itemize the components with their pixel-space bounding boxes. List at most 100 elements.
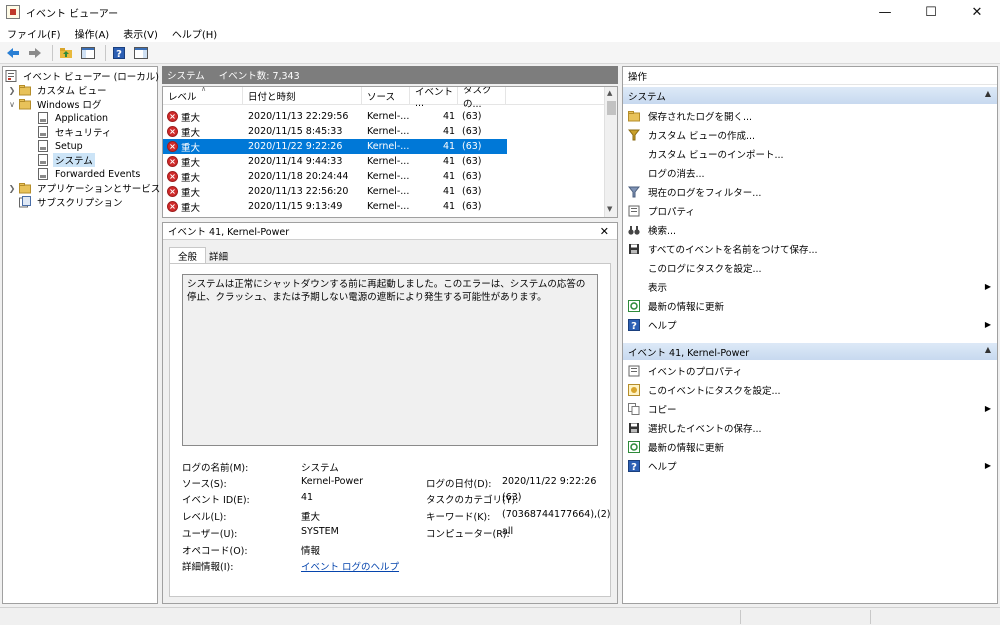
column-event-id[interactable]: イベント ... xyxy=(410,87,458,109)
collapse-icon[interactable]: ▲ xyxy=(985,89,991,98)
row-date: 2020/11/13 22:29:56 xyxy=(248,111,349,122)
table-row-selected[interactable]: × 重大 2020/11/22 9:22:26 Kernel-... 41 (63… xyxy=(163,139,605,154)
row-source: Kernel-... xyxy=(367,156,410,167)
tree-label-custom-views: カスタム ビュー xyxy=(37,86,107,97)
action-help-event[interactable]: ? ヘルプ ▶ xyxy=(623,456,997,475)
label-opcode: オペコード(O): xyxy=(182,546,248,557)
menu-file[interactable]: ファイル(F) xyxy=(0,26,68,41)
forward-button[interactable] xyxy=(26,44,44,62)
event-list-scrollbar[interactable]: ▲ ▼ xyxy=(604,87,617,217)
action-label: ログの消去... xyxy=(648,168,705,180)
collapse-icon[interactable]: ▲ xyxy=(985,345,991,354)
event-log-help-link[interactable]: イベント ログのヘルプ xyxy=(301,559,399,573)
task-icon xyxy=(628,383,640,396)
event-description[interactable]: システムは正常にシャットダウンする前に再起動しました。このエラーは、システムの応… xyxy=(182,274,598,446)
action-clear-log[interactable]: ログの消去... xyxy=(623,163,997,182)
scrollbar-thumb[interactable] xyxy=(607,101,616,115)
table-row[interactable]: × 重大 2020/11/13 22:56:20 Kernel-... 41 (6… xyxy=(163,184,605,199)
action-refresh-event[interactable]: 最新の情報に更新 xyxy=(623,437,997,456)
table-row[interactable]: × 重大 2020/11/14 9:44:33 Kernel-... 41 (63… xyxy=(163,154,605,169)
show-hide-tree-button[interactable] xyxy=(79,44,97,62)
column-level[interactable]: レベル ∧ xyxy=(163,87,243,105)
chevron-down-icon[interactable]: ∨ xyxy=(7,100,17,109)
action-attach-task-to-log[interactable]: このログにタスクを設定... xyxy=(623,258,997,277)
tree-item-windows-logs[interactable]: ∨ Windows ログ xyxy=(7,97,103,111)
chevron-right-icon[interactable]: ❯ xyxy=(7,184,17,193)
action-open-saved-log[interactable]: 保存されたログを開く... xyxy=(623,106,997,125)
action-find[interactable]: 検索... xyxy=(623,220,997,239)
menu-action[interactable]: 操作(A) xyxy=(68,26,117,41)
row-task: (63) xyxy=(462,141,482,152)
maximize-button[interactable]: ☐ xyxy=(908,0,954,24)
row-event-id: 41 xyxy=(443,201,456,212)
menu-view[interactable]: 表示(V) xyxy=(116,26,165,41)
tree-label-security: セキュリティ xyxy=(55,128,112,139)
close-window-button[interactable]: ✕ xyxy=(954,0,1000,24)
row-source: Kernel-... xyxy=(367,111,410,122)
section-system[interactable]: システム ▲ xyxy=(623,87,997,104)
tree-item-subscriptions[interactable]: サブスクリプション xyxy=(19,195,125,209)
action-help[interactable]: ? ヘルプ ▶ xyxy=(623,315,997,334)
action-properties[interactable]: プロパティ xyxy=(623,201,997,220)
critical-error-icon: × xyxy=(167,201,178,212)
value-event-id: 41 xyxy=(301,492,314,503)
action-save-selected-events[interactable]: 選択したイベントの保存... xyxy=(623,418,997,437)
scroll-up-icon[interactable]: ▲ xyxy=(607,89,612,97)
action-event-properties[interactable]: イベントのプロパティ xyxy=(623,361,997,380)
svg-text:?: ? xyxy=(116,49,122,59)
action-create-custom-view[interactable]: カスタム ビューの作成... xyxy=(623,125,997,144)
help-button[interactable]: ? xyxy=(110,44,128,62)
section-event[interactable]: イベント 41, Kernel-Power ▲ xyxy=(623,343,997,360)
status-bar xyxy=(0,607,1000,625)
chevron-right-icon[interactable]: ❯ xyxy=(7,86,17,95)
row-level: 重大 xyxy=(181,187,201,199)
actions-pane: 操作 システム ▲ 保存されたログを開く... カスタム ビューの作成... カ… xyxy=(622,66,998,604)
tree-item-forwarded-events[interactable]: Forwarded Events xyxy=(37,167,142,181)
tree-item-system[interactable]: システム xyxy=(37,153,95,167)
critical-error-icon: × xyxy=(167,111,178,122)
tree-item-custom-views[interactable]: ❯ カスタム ビュー xyxy=(7,83,109,97)
event-list[interactable]: レベル ∧ 日付と時刻 ソース イベント ... タスクの... × 重大 202… xyxy=(162,86,618,218)
action-refresh[interactable]: 最新の情報に更新 xyxy=(623,296,997,315)
table-row[interactable]: × 重大 2020/11/15 8:45:33 Kernel-... 41 (63… xyxy=(163,124,605,139)
scroll-down-icon[interactable]: ▼ xyxy=(607,205,612,213)
tree-item-apps-services[interactable]: ❯ アプリケーションとサービス ログ xyxy=(7,181,184,195)
action-attach-task-to-event[interactable]: このイベントにタスクを設定... xyxy=(623,380,997,399)
table-row[interactable]: × 重大 2020/11/13 22:29:56 Kernel-... 41 (6… xyxy=(163,109,605,124)
critical-error-icon: × xyxy=(167,126,178,137)
action-save-all-events[interactable]: すべてのイベントを名前をつけて保存... xyxy=(623,239,997,258)
tree-item-setup[interactable]: Setup xyxy=(37,139,85,153)
tree-label-system: システム xyxy=(53,153,95,167)
show-hide-action-pane-button[interactable] xyxy=(132,44,150,62)
minimize-button[interactable]: — xyxy=(862,0,908,24)
column-date[interactable]: 日付と時刻 xyxy=(243,87,362,105)
action-copy[interactable]: コピー ▶ xyxy=(623,399,997,418)
table-row[interactable]: × 重大 2020/11/15 9:13:49 Kernel-... 41 (63… xyxy=(163,199,605,214)
log-name: システム xyxy=(167,71,205,82)
column-task-category[interactable]: タスクの... xyxy=(458,87,506,110)
action-label: カスタム ビューのインポート... xyxy=(648,149,784,161)
back-button[interactable] xyxy=(4,44,22,62)
tree-item-security[interactable]: セキュリティ xyxy=(37,125,113,139)
tree-item-application[interactable]: Application xyxy=(37,111,110,125)
action-label: カスタム ビューの作成... xyxy=(648,130,756,142)
row-event-id: 41 xyxy=(443,156,456,167)
window-controls: — ☐ ✕ xyxy=(862,0,1000,24)
refresh-icon xyxy=(628,440,640,453)
tab-details[interactable]: 詳細 xyxy=(201,247,236,264)
svg-text:?: ? xyxy=(631,462,637,472)
action-view[interactable]: 表示 ▶ xyxy=(623,277,997,296)
log-icon xyxy=(38,126,48,138)
menu-help[interactable]: ヘルプ(H) xyxy=(165,26,224,41)
help-icon: ? xyxy=(628,318,640,331)
tree-item-root[interactable]: イベント ビューアー (ローカル) xyxy=(5,69,161,83)
table-row[interactable]: × 重大 2020/11/18 20:24:44 Kernel-... 41 (6… xyxy=(163,169,605,184)
action-label: 選択したイベントの保存... xyxy=(648,423,762,435)
submenu-arrow-icon: ▶ xyxy=(984,282,991,291)
action-filter-current-log[interactable]: 現在のログをフィルター... xyxy=(623,182,997,201)
column-source[interactable]: ソース xyxy=(362,87,410,105)
close-detail-button[interactable]: ✕ xyxy=(600,225,609,238)
up-folder-button[interactable] xyxy=(57,44,75,62)
action-import-custom-view[interactable]: カスタム ビューのインポート... xyxy=(623,144,997,163)
action-label: すべてのイベントを名前をつけて保存... xyxy=(648,244,818,256)
